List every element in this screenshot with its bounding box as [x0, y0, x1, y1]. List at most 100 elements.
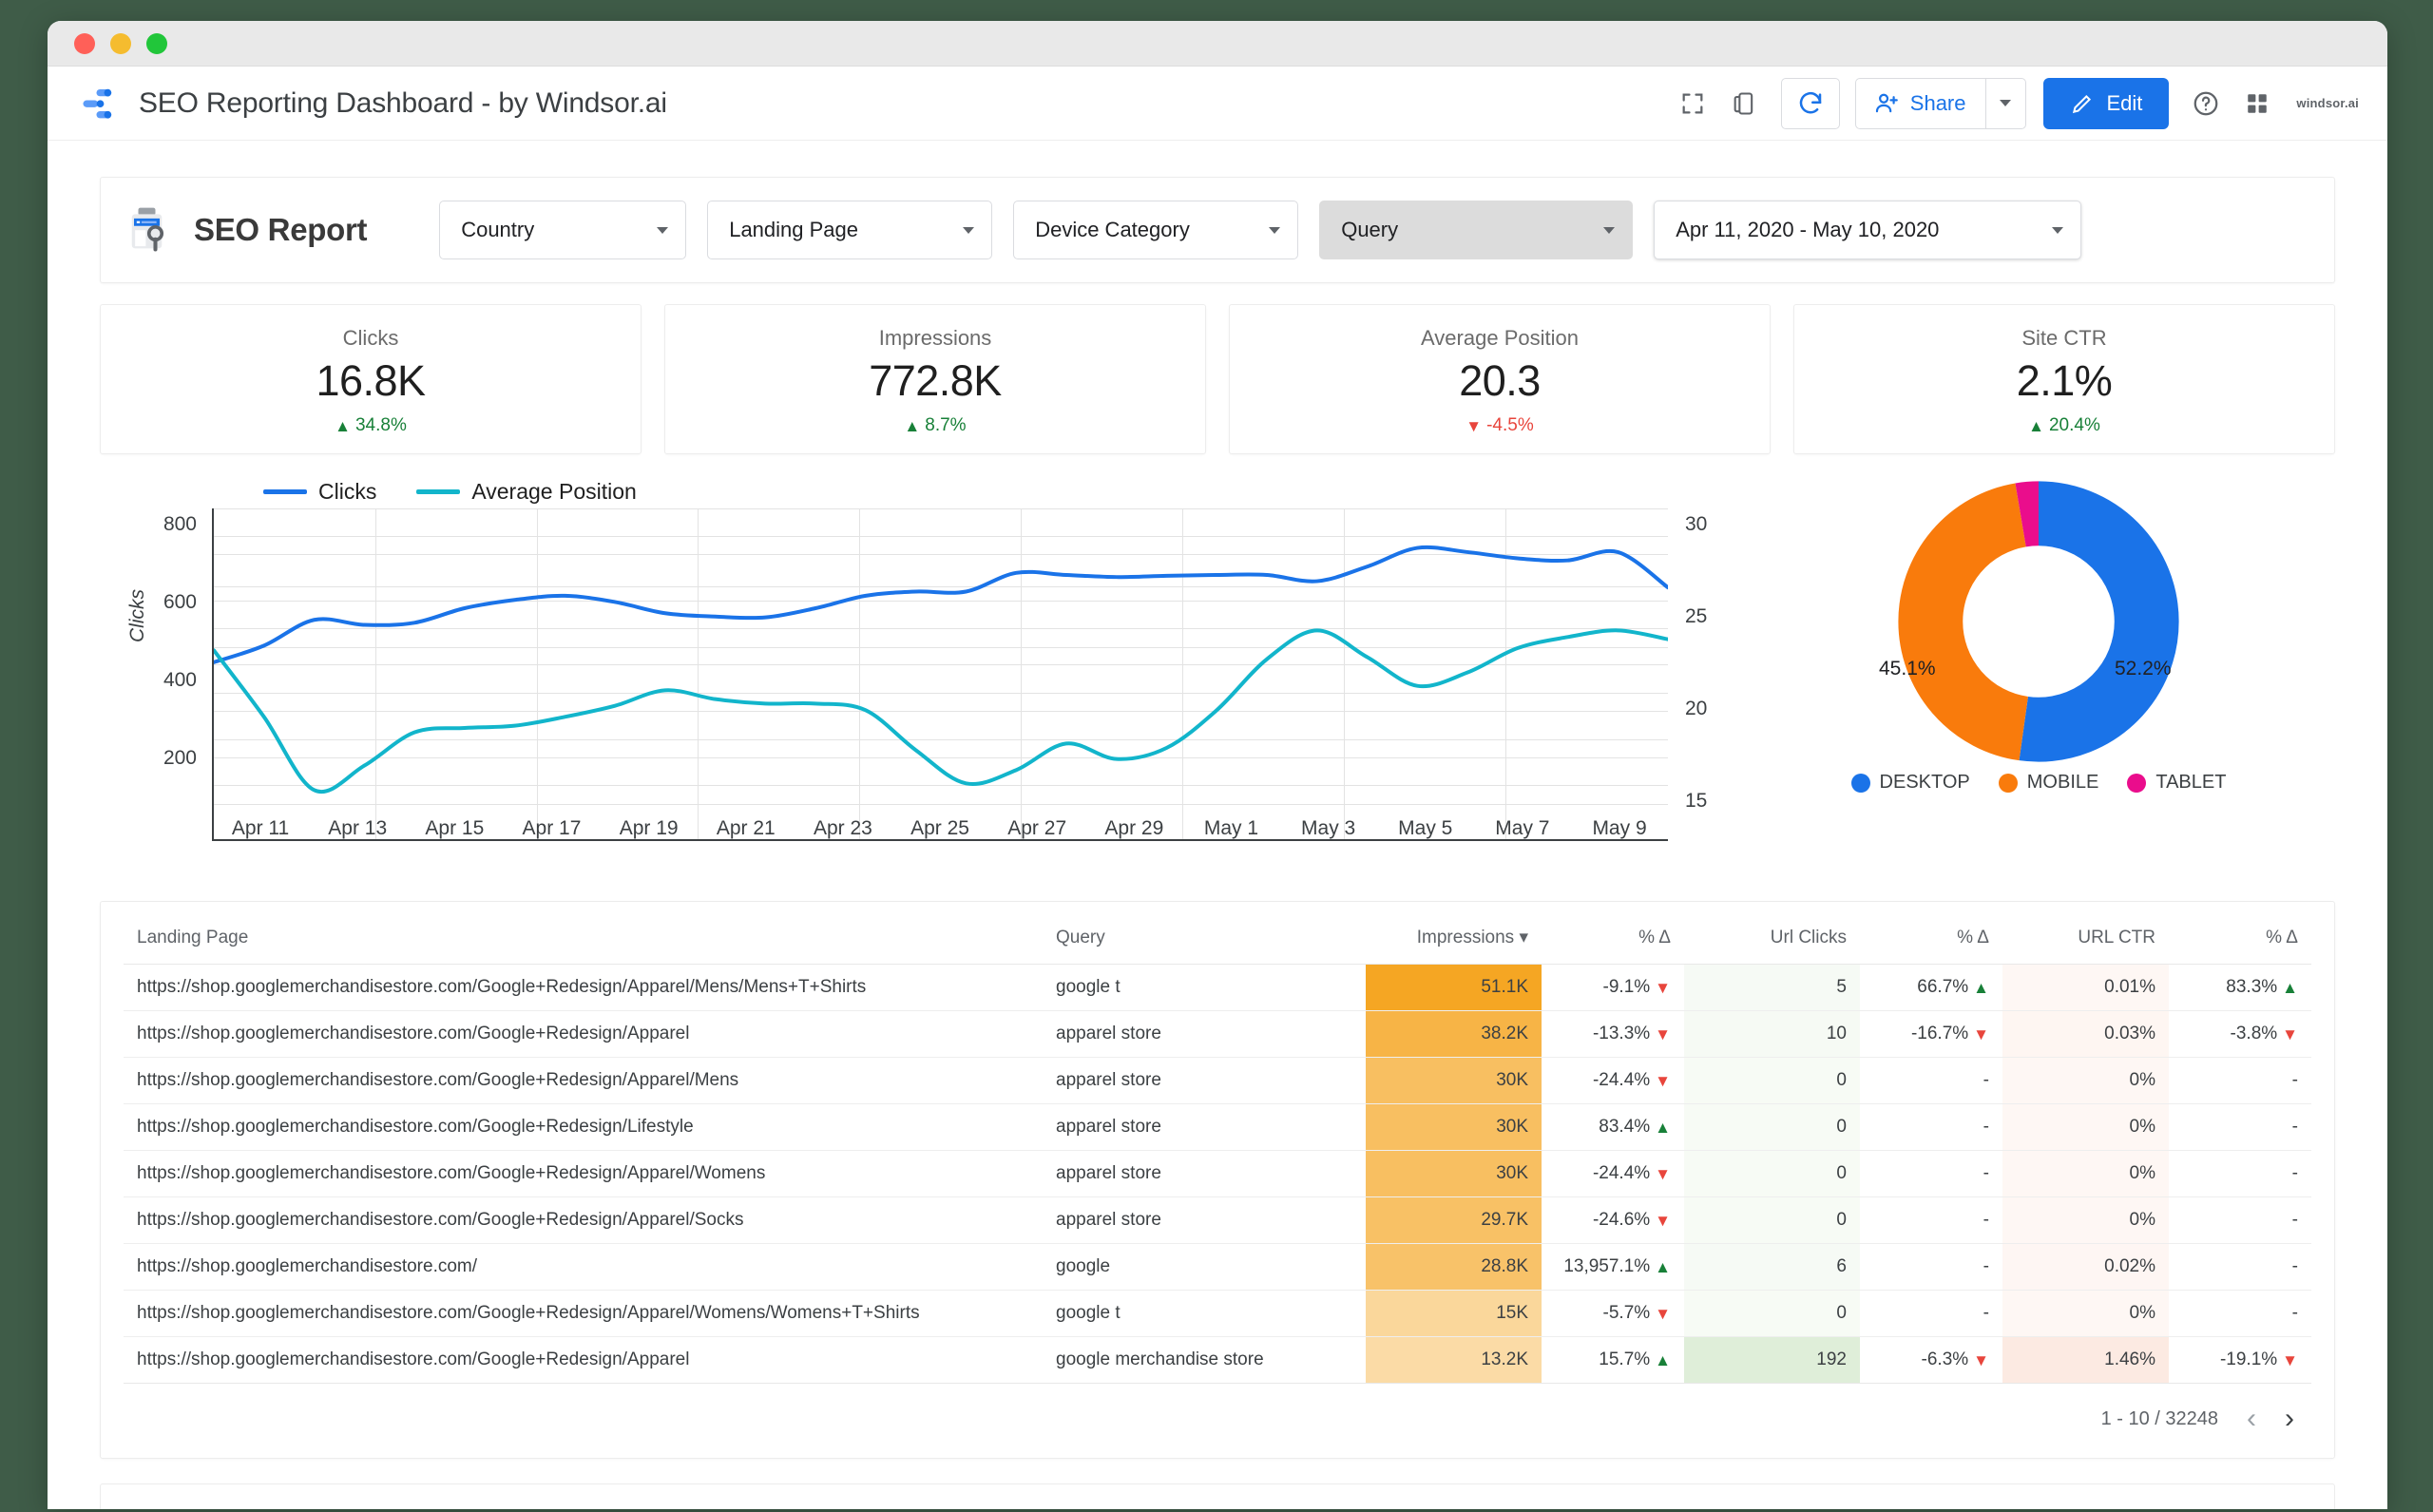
x-axis-tick: May 5	[1398, 817, 1453, 839]
pencil-icon	[2072, 94, 2091, 113]
table-row[interactable]: https://shop.googlemerchandisestore.com/…	[124, 964, 2311, 1011]
x-axis-ticks: Apr 11 Apr 13 Apr 15 Apr 17 Apr 19 Apr 21 Apr …	[212, 817, 1668, 840]
delta-empty: -	[2291, 1303, 2298, 1323]
cell-impressions: 15K	[1366, 1290, 1542, 1337]
cell-url-ctr: 0.01%	[2002, 964, 2169, 1011]
table-row[interactable]: https://shop.googlemerchandisestore.com/…	[124, 1336, 2311, 1384]
cell-query: google t	[1043, 1290, 1366, 1337]
table-row[interactable]: https://shop.googlemerchandisestore.com/…	[124, 1057, 2311, 1104]
legend-label-desktop: DESKTOP	[1879, 772, 1970, 793]
fullscreen-icon[interactable]	[1667, 78, 1718, 129]
cell-url-clicks: 0	[1684, 1150, 1860, 1197]
share-button[interactable]: Share	[1856, 79, 1985, 128]
help-circle-icon[interactable]	[2180, 78, 2232, 129]
cell-url-clicks-delta: -	[1860, 1103, 2002, 1151]
delta-value: -13.3% ▼	[1592, 1024, 1671, 1043]
y2-tick-30: 30	[1685, 513, 1708, 535]
cell-landing-page: https://shop.googlemerchandisestore.com/…	[124, 1103, 1043, 1151]
y-tick-400: 400	[163, 669, 197, 691]
delta-value: -9.1% ▼	[1602, 977, 1671, 997]
device-category-donut-chart[interactable]: 52.2% 45.1% DESKTOP MOBILE TABLET	[1772, 479, 2305, 878]
table-pagination: 1 - 10 / 32248 ‹ ›	[124, 1384, 2311, 1458]
column-header-url-clicks[interactable]: Url Clicks	[1684, 902, 1860, 965]
column-header-impressions-delta[interactable]: % Δ	[1542, 902, 1684, 965]
filter-query-label: Query	[1341, 218, 1399, 241]
delta-value: -19.1% ▼	[2219, 1349, 2298, 1369]
column-header-impressions[interactable]: Impressions ▾	[1366, 902, 1542, 965]
cell-landing-page: https://shop.googlemerchandisestore.com/…	[124, 1150, 1043, 1197]
share-dropdown-caret-icon[interactable]	[1984, 78, 2025, 128]
arrow-down-icon: ▼	[1466, 416, 1483, 435]
mobile-view-icon[interactable]	[1718, 78, 1770, 129]
column-header-landing-page[interactable]: Landing Page	[124, 902, 1043, 965]
cell-impressions-delta: 13,957.1% ▲	[1542, 1243, 1684, 1291]
cell-impressions-delta: -13.3% ▼	[1542, 1010, 1684, 1058]
table-row[interactable]: https://shop.googlemerchandisestore.com/…	[124, 1103, 2311, 1151]
app-header: SEO Reporting Dashboard - by Windsor.ai	[48, 67, 2387, 141]
column-header-url-ctr[interactable]: URL CTR	[2002, 902, 2169, 965]
cell-url-clicks: 5	[1684, 964, 1860, 1011]
arrow-up-icon: ▲	[2282, 978, 2298, 997]
x-axis-tick: May 3	[1301, 817, 1356, 839]
filter-device-category[interactable]: Device Category	[1013, 201, 1299, 259]
window-minimize-button[interactable]	[110, 32, 131, 54]
delta-value: -24.4% ▼	[1592, 1163, 1671, 1183]
arrow-down-icon: ▼	[1655, 1304, 1671, 1323]
clicks-position-line-chart[interactable]: Clicks Average Position Clicks 800 600 4…	[100, 479, 1772, 878]
column-header-url-clicks-delta[interactable]: % Δ	[1860, 902, 2002, 965]
scorecard-label: Average Position	[1421, 326, 1579, 350]
cell-url-clicks-delta: -6.3% ▼	[1860, 1336, 2002, 1384]
table-row[interactable]: https://shop.googlemerchandisestore.com/…	[124, 1150, 2311, 1197]
column-header-query[interactable]: Query	[1043, 902, 1366, 965]
cell-impressions-delta: -24.4% ▼	[1542, 1150, 1684, 1197]
cell-url-ctr-delta: -	[2169, 1290, 2311, 1337]
scorecard-average-position: Average Position 20.3 ▼ -4.5%	[1229, 304, 1771, 454]
filter-query[interactable]: Query	[1319, 201, 1634, 259]
legend-label-tablet: TABLET	[2155, 772, 2227, 793]
delta-empty: -	[1983, 1303, 1989, 1323]
column-header-url-ctr-delta[interactable]: % Δ	[2169, 902, 2311, 965]
refresh-icon[interactable]	[1780, 77, 1840, 129]
cell-query: apparel store	[1043, 1057, 1366, 1104]
legend-item-mobile[interactable]: MOBILE	[1998, 772, 2098, 794]
arrow-down-icon: ▼	[1973, 1024, 1989, 1043]
legend-item-tablet[interactable]: TABLET	[2127, 772, 2226, 794]
apps-grid-icon[interactable]	[2232, 78, 2283, 129]
legend-item-clicks[interactable]: Clicks	[263, 479, 376, 505]
cell-impressions-delta: -24.6% ▼	[1542, 1196, 1684, 1244]
cell-url-ctr-delta: -	[2169, 1057, 2311, 1104]
delta-value: -16.7% ▼	[1910, 1024, 1989, 1043]
arrow-down-icon: ▼	[1655, 978, 1671, 997]
delta-empty: -	[2291, 1070, 2298, 1090]
legend-item-average-position[interactable]: Average Position	[416, 479, 637, 505]
arrow-up-icon: ▲	[1655, 1350, 1671, 1369]
chevron-left-icon[interactable]: ‹	[2247, 1405, 2256, 1433]
legend-item-desktop[interactable]: DESKTOP	[1850, 772, 1970, 794]
chevron-down-icon	[963, 226, 975, 234]
x-axis-tick: Apr 29	[1104, 817, 1164, 839]
arrow-up-icon: ▲	[335, 416, 351, 435]
cell-impressions-delta: 15.7% ▲	[1542, 1336, 1684, 1384]
cell-url-clicks: 6	[1684, 1243, 1860, 1291]
cell-query: apparel store	[1043, 1103, 1366, 1151]
delta-empty: -	[1983, 1070, 1989, 1090]
filter-country[interactable]: Country	[439, 201, 687, 259]
x-axis-tick: May 9	[1592, 817, 1647, 839]
date-range-picker[interactable]: Apr 11, 2020 - May 10, 2020	[1654, 201, 2082, 259]
chevron-right-icon[interactable]: ›	[2285, 1405, 2294, 1433]
cell-url-ctr-delta: -19.1% ▼	[2169, 1336, 2311, 1384]
edit-button[interactable]: Edit	[2042, 77, 2170, 129]
cell-url-ctr: 0%	[2002, 1290, 2169, 1337]
delta-empty: -	[1983, 1117, 1989, 1137]
table-row[interactable]: https://shop.googlemerchandisestore.com/…	[124, 1243, 2311, 1291]
chevron-down-icon	[1603, 226, 1616, 234]
window-maximize-button[interactable]	[146, 32, 167, 54]
table-row[interactable]: https://shop.googlemerchandisestore.com/…	[124, 1290, 2311, 1337]
table-row[interactable]: https://shop.googlemerchandisestore.com/…	[124, 1010, 2311, 1058]
delta-empty: -	[2291, 1117, 2298, 1137]
table-row[interactable]: https://shop.googlemerchandisestore.com/…	[124, 1196, 2311, 1244]
cell-url-clicks-delta: -	[1860, 1243, 2002, 1291]
report-title: SEO Report	[194, 212, 368, 247]
window-close-button[interactable]	[74, 32, 95, 54]
filter-landing-page[interactable]: Landing Page	[707, 201, 993, 259]
